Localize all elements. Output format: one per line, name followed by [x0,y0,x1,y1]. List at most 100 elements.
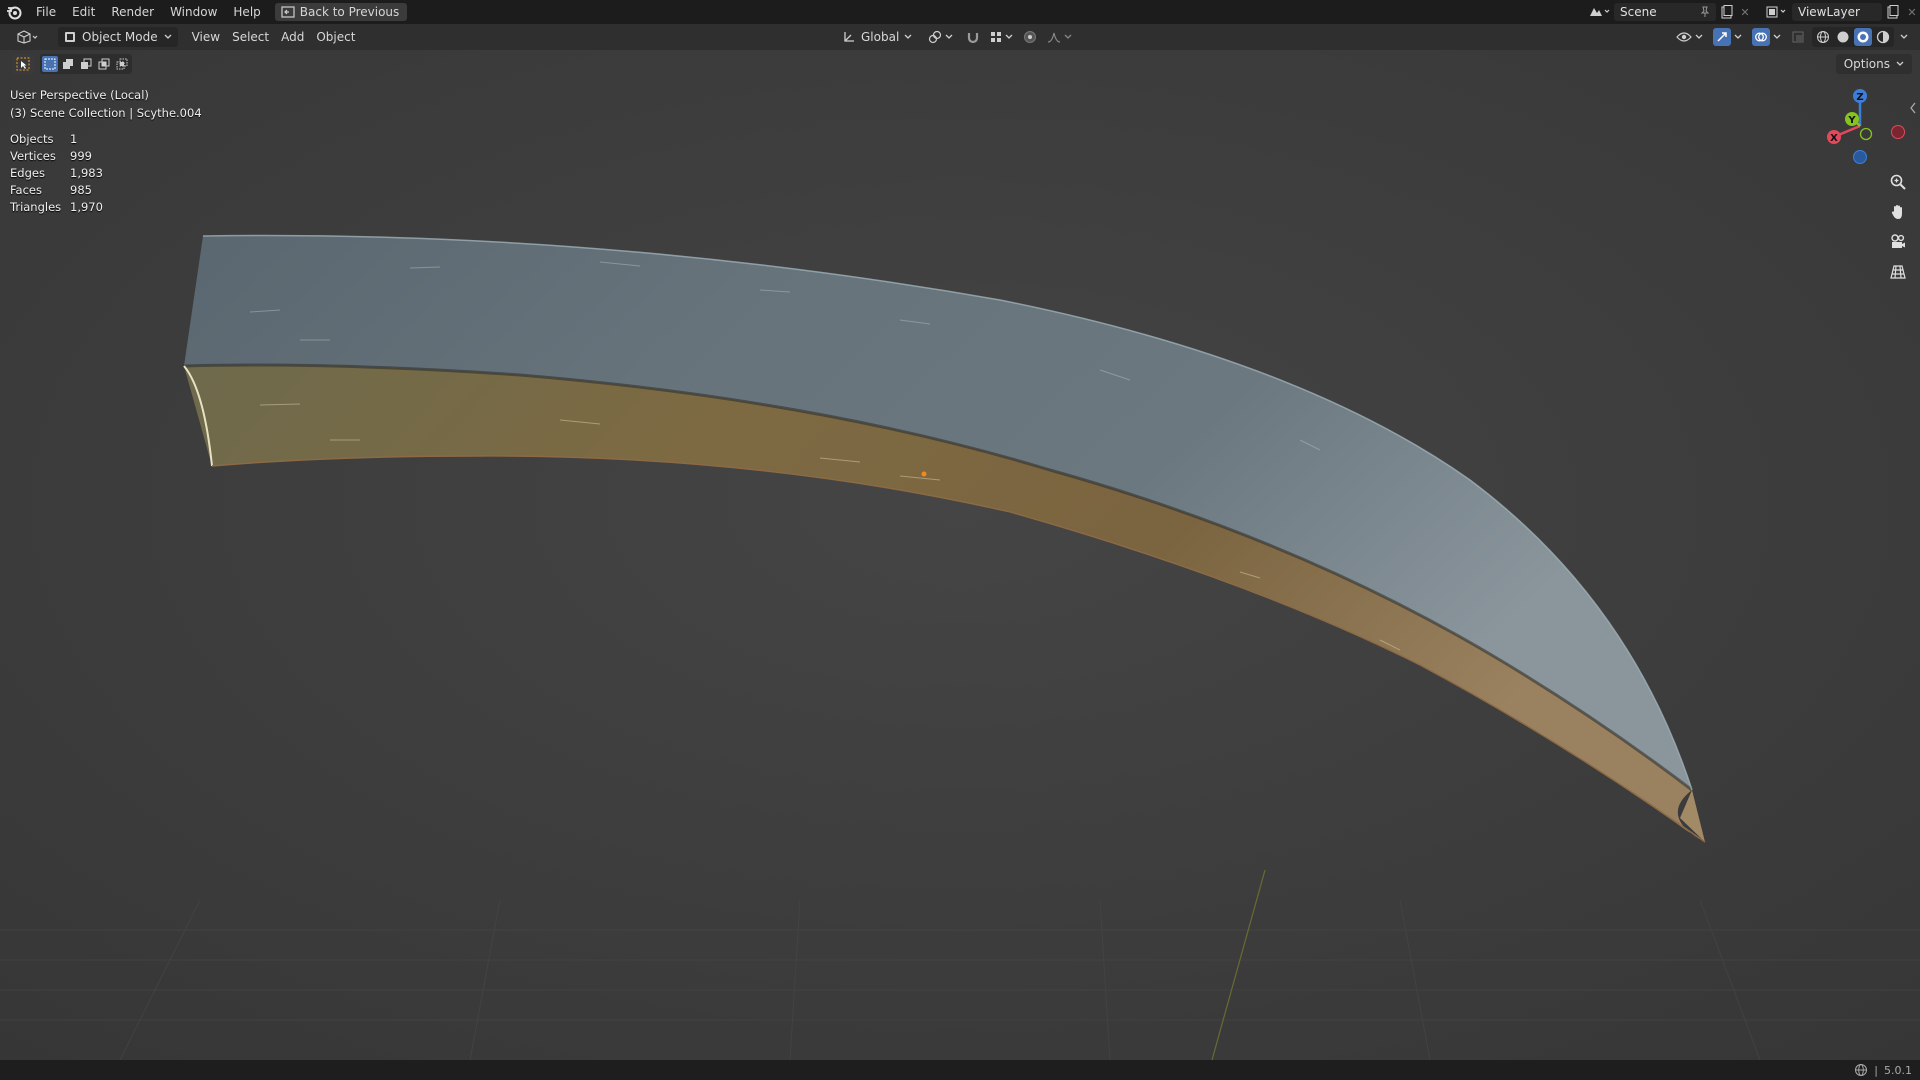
gizmo-y-label: Y [1847,115,1856,126]
gizmo-neg-y[interactable] [1859,127,1873,141]
chevron-down-icon [945,34,953,40]
falloff-curve-icon [1047,31,1061,43]
viewport-header: Object Mode View Select Add Object Globa… [0,24,1920,50]
status-bar: | 5.0.1 [0,1060,1920,1080]
back-to-previous-label: Back to Previous [299,5,400,19]
navigation-gizmo[interactable]: Z X Y [1822,84,1906,168]
top-bar: File Edit Render Window Help Back to Pre… [0,0,1920,24]
menu-help[interactable]: Help [225,5,268,19]
3d-viewport[interactable] [0,50,1920,1060]
orientation-axes-icon [842,30,856,44]
view-layer-icon[interactable] [1760,2,1792,22]
shading-mode-group [1812,27,1894,47]
sidebar-toggle-icon[interactable] [1908,100,1918,116]
viewport-info-overlay: User Perspective (Local) (3) Scene Colle… [10,86,202,122]
chevron-down-icon [1005,34,1013,40]
scene-statistics: Objects 1 Vertices 999 Edges 1,983 Faces 985… [10,131,103,216]
gizmo-z-label: Z [1856,92,1863,103]
delete-scene-icon[interactable]: ✕ [1738,2,1752,22]
chevron-down-icon [904,34,912,40]
pivot-icon [928,30,942,44]
snap-target-dropdown[interactable] [987,27,1016,47]
scene-name: Scene [1620,5,1657,19]
chevron-down-icon [1896,61,1904,67]
wireframe-shading-icon[interactable] [1814,28,1832,46]
viewport-background [0,50,1920,1060]
menu-file[interactable]: File [28,5,64,19]
scene-icon[interactable] [1584,2,1614,22]
zoom-icon[interactable] [1886,170,1910,194]
snap-grid-icon [990,31,1002,43]
menu-object[interactable]: Object [310,27,361,47]
select-new-icon[interactable] [42,56,58,72]
back-to-previous-button[interactable]: Back to Previous [274,3,408,21]
camera-view-icon[interactable] [1886,230,1910,254]
pivot-point-dropdown[interactable] [922,27,959,47]
select-invert-icon[interactable] [96,56,112,72]
pin-icon[interactable] [1700,6,1710,18]
transform-controls: Global [836,27,1075,47]
menu-view[interactable]: View [186,27,226,47]
blender-logo-icon[interactable] [0,0,28,24]
back-icon [281,6,295,18]
rendered-shading-icon[interactable] [1874,28,1892,46]
stat-row: Faces 985 [10,182,103,199]
visibility-dropdown[interactable] [1673,27,1706,47]
select-extend-icon[interactable] [60,56,76,72]
shading-options-chevron-icon[interactable] [1898,27,1910,47]
delete-view-layer-icon[interactable]: ✕ [1904,2,1920,22]
topbar-right: Scene ✕ ViewLayer ✕ [1584,0,1920,24]
xray-icon [1791,30,1805,44]
gizmo-toggle[interactable] [1710,27,1745,47]
xray-toggle[interactable] [1788,27,1808,47]
new-view-layer-icon[interactable] [1882,2,1904,22]
selection-mode-group [40,54,132,74]
falloff-dropdown[interactable] [1044,27,1075,47]
chevron-down-icon [1773,34,1781,40]
chevron-down-icon [1734,34,1742,40]
menu-window[interactable]: Window [162,5,225,19]
collection-label: (3) Scene Collection | Scythe.004 [10,106,202,120]
editor-type-dropdown[interactable] [10,27,48,47]
options-dropdown[interactable]: Options [1835,54,1912,74]
material-preview-shading-icon[interactable] [1854,28,1872,46]
stat-value: 1 [70,132,78,146]
gizmo-neg-x[interactable] [1891,125,1905,139]
gizmo-neg-z[interactable] [1853,150,1867,164]
perspective-label: User Perspective (Local) [10,88,149,102]
overlays-icon [1752,28,1770,46]
viewport-shading-controls [1673,27,1910,47]
menu-render[interactable]: Render [103,5,162,19]
mode-dropdown[interactable]: Object Mode [58,27,178,47]
transform-orientation-dropdown[interactable]: Global [836,27,918,47]
pan-hand-icon[interactable] [1886,200,1910,224]
eye-icon [1676,31,1692,43]
menu-select[interactable]: Select [226,27,275,47]
scene-name-field[interactable]: Scene [1614,3,1716,21]
status-separator: | [1874,1063,1878,1077]
proportional-editing-toggle[interactable] [1020,27,1040,47]
magnet-icon [966,30,980,44]
chevron-down-icon [1695,34,1703,40]
stat-row: Vertices 999 [10,148,103,165]
overlays-toggle[interactable] [1749,27,1784,47]
blender-version: 5.0.1 [1884,1063,1912,1077]
menu-edit[interactable]: Edit [64,5,103,19]
perspective-toggle-icon[interactable] [1886,260,1910,284]
stat-row: Edges 1,983 [10,165,103,182]
stat-label: Faces [10,183,42,197]
stat-value: 985 [70,183,92,197]
new-scene-icon[interactable] [1716,2,1738,22]
snap-toggle[interactable] [963,27,983,47]
stat-value: 999 [70,149,92,163]
select-subtract-icon[interactable] [78,56,94,72]
stat-value: 1,983 [70,166,103,180]
network-globe-icon[interactable] [1854,1063,1868,1077]
select-tool-button[interactable] [12,54,34,74]
menu-add[interactable]: Add [275,27,310,47]
stat-label: Vertices [10,149,56,163]
select-intersect-icon[interactable] [114,56,130,72]
solid-shading-icon[interactable] [1834,28,1852,46]
stat-label: Objects [10,132,54,146]
view-layer-field[interactable]: ViewLayer [1792,3,1882,21]
